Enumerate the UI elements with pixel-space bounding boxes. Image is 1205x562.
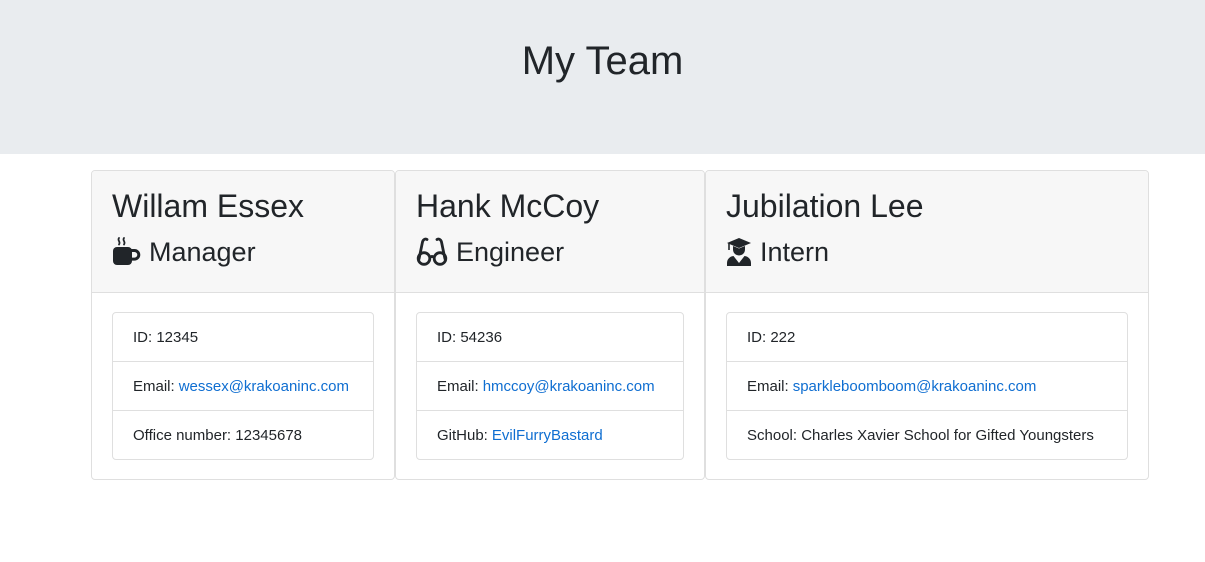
details-list: ID: 222 Email: sparkleboomboom@krakoanin… bbox=[726, 312, 1128, 460]
id-value: 222 bbox=[770, 328, 796, 346]
employee-role: Manager bbox=[112, 235, 256, 269]
list-item-email: Email: hmccoy@krakoaninc.com bbox=[417, 362, 683, 411]
id-value: 12345 bbox=[156, 328, 199, 346]
header-banner: My Team bbox=[0, 0, 1205, 154]
employee-role: Engineer bbox=[416, 235, 564, 269]
email-link[interactable]: wessex@krakoaninc.com bbox=[179, 378, 349, 395]
id-label: ID: bbox=[747, 328, 767, 346]
employee-card-intern: Jubilation Lee Intern ID: 222 Email: spa… bbox=[705, 170, 1149, 480]
list-item-github: GitHub: EvilFurryBastard bbox=[417, 411, 683, 459]
list-item-id: ID: 12345 bbox=[113, 313, 373, 362]
school-label: School: bbox=[747, 426, 798, 444]
school-value: Charles Xavier School for Gifted Youngst… bbox=[801, 426, 1094, 444]
glasses-icon bbox=[416, 237, 448, 266]
office-number-label: Office number: bbox=[133, 426, 232, 444]
employee-name: Jubilation Lee bbox=[726, 188, 924, 224]
email-link[interactable]: sparkleboomboom@krakoaninc.com bbox=[793, 378, 1037, 395]
role-label: Intern bbox=[760, 236, 830, 267]
graduate-icon bbox=[727, 238, 751, 266]
github-link[interactable]: EvilFurryBastard bbox=[492, 427, 603, 444]
office-number-value: 12345678 bbox=[235, 426, 303, 444]
employee-name: Hank McCoy bbox=[416, 188, 600, 224]
id-label: ID: bbox=[133, 328, 153, 346]
employee-card-manager: Willam Essex Manager ID: 12345 Email: we… bbox=[91, 170, 395, 480]
email-link[interactable]: hmccoy@krakoaninc.com bbox=[483, 378, 655, 395]
coffee-mug-icon bbox=[113, 237, 141, 265]
card-header: Hank McCoy Engineer bbox=[396, 171, 704, 293]
list-item-school: School: Charles Xavier School for Gifted… bbox=[727, 411, 1127, 459]
list-item-email: Email: wessex@krakoaninc.com bbox=[113, 362, 373, 411]
github-label: GitHub: bbox=[437, 426, 488, 444]
card-header: Willam Essex Manager bbox=[92, 171, 394, 293]
id-value: 54236 bbox=[460, 328, 503, 346]
role-label: Engineer bbox=[456, 236, 565, 267]
card-header: Jubilation Lee Intern bbox=[706, 171, 1148, 293]
list-item-office-number: Office number: 12345678 bbox=[113, 411, 373, 459]
id-label: ID: bbox=[437, 328, 457, 346]
employee-role: Intern bbox=[726, 235, 829, 269]
list-item-id: ID: 222 bbox=[727, 313, 1127, 362]
employee-name: Willam Essex bbox=[112, 188, 305, 224]
role-label: Manager bbox=[149, 236, 256, 267]
page-title: My Team bbox=[521, 39, 684, 83]
list-item-id: ID: 54236 bbox=[417, 313, 683, 362]
email-label: Email: bbox=[133, 377, 175, 395]
list-item-email: Email: sparkleboomboom@krakoaninc.com bbox=[727, 362, 1127, 411]
email-label: Email: bbox=[747, 377, 789, 395]
details-list: ID: 54236 Email: hmccoy@krakoaninc.com G… bbox=[416, 312, 684, 460]
employee-card-engineer: Hank McCoy Engineer ID: 54236 Email: hmc… bbox=[395, 170, 705, 480]
details-list: ID: 12345 Email: wessex@krakoaninc.com O… bbox=[112, 312, 374, 460]
email-label: Email: bbox=[437, 377, 479, 395]
